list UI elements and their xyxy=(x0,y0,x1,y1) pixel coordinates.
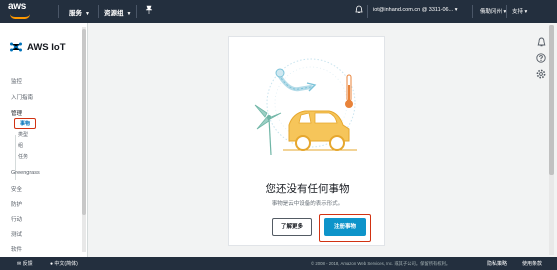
feedback-label: 反馈 xyxy=(22,261,33,267)
aws-logo[interactable]: aws xyxy=(8,2,36,20)
sidebar-item-software[interactable]: 软件 xyxy=(11,245,22,253)
globe-icon: ● xyxy=(50,261,54,267)
sidebar-item-types[interactable]: 类型 xyxy=(18,131,28,138)
pin-icon[interactable] xyxy=(145,5,153,16)
chevron-down-icon: ▾ xyxy=(524,9,528,15)
chevron-down-icon: ▾ xyxy=(454,7,458,13)
iot-things-illustration xyxy=(254,58,357,156)
language-selector[interactable]: ● 中文(简体) xyxy=(50,260,78,267)
sidebar-item-jobs[interactable]: 任务 xyxy=(18,153,28,160)
empty-state-card: 您还没有任何事物 事物是云中设备的表示形式。 了解更多 注册事物 xyxy=(228,36,385,246)
aws-smile-icon xyxy=(10,14,30,19)
sidebar-item-groups[interactable]: 组 xyxy=(18,142,23,149)
language-label: 中文(简体) xyxy=(54,261,78,267)
services-label: 服务 xyxy=(69,10,82,17)
terms-of-use-link[interactable]: 使用条款 xyxy=(522,260,542,267)
bell-icon[interactable] xyxy=(536,37,546,47)
sidebar: AWS IoT 监控 入门指南 管理 事物 类型 组 任务 Greengrass… xyxy=(0,23,88,257)
footer-bar: ✉ 反馈 ● 中文(简体) © 2008 - 2018, Amazon Web … xyxy=(0,257,557,270)
learn-more-button[interactable]: 了解更多 xyxy=(272,218,312,236)
chevron-down-icon: ▼ xyxy=(126,11,132,17)
feedback-link[interactable]: ✉ 反馈 xyxy=(17,260,33,267)
bell-icon[interactable] xyxy=(355,5,363,16)
resource-groups-menu[interactable]: 资源组 ▼ xyxy=(104,7,131,17)
sidebar-item-test[interactable]: 测试 xyxy=(11,230,22,238)
nav-divider xyxy=(472,5,473,18)
nav-divider xyxy=(58,5,59,18)
feedback-icon: ✉ xyxy=(17,261,22,267)
nav-divider xyxy=(136,5,137,18)
account-menu[interactable]: iot@inhand.com.cn @ 3311-06... ▾ xyxy=(373,7,457,13)
sidebar-item-act[interactable]: 行动 xyxy=(11,215,22,223)
main-scrollbar[interactable] xyxy=(549,25,554,255)
account-label: iot@inhand.com.cn @ 3311-06... xyxy=(373,7,454,13)
nav-divider xyxy=(506,5,507,18)
support-menu[interactable]: 支持 ▾ xyxy=(512,7,527,15)
nav-divider xyxy=(367,5,368,18)
sidebar-item-security[interactable]: 安全 xyxy=(11,185,22,193)
scrollbar-thumb[interactable] xyxy=(549,25,554,175)
empty-state-description: 事物是云中设备的表示形式。 xyxy=(271,201,344,207)
sidebar-item-things[interactable]: 事物 xyxy=(14,118,37,129)
region-label: 俄勒冈州 xyxy=(480,9,503,15)
brand-label: AWS IoT xyxy=(27,41,66,53)
top-navigation-bar: aws 服务 ▼ 资源组 ▼ iot@inhand.com.cn @ 3311-06… xyxy=(0,0,557,23)
settings-icon[interactable] xyxy=(536,69,546,79)
register-thing-button[interactable]: 注册事物 xyxy=(324,218,366,236)
aws-iot-brand[interactable]: AWS IoT xyxy=(9,40,66,54)
sidebar-item-monitor[interactable]: 监控 xyxy=(11,77,22,85)
help-icon[interactable] xyxy=(536,53,546,63)
resource-groups-label: 资源组 xyxy=(104,10,124,17)
region-menu[interactable]: 俄勒冈州 ▾ xyxy=(480,7,506,15)
chevron-down-icon: ▼ xyxy=(85,11,90,17)
support-label: 支持 xyxy=(512,9,524,15)
empty-state-headline: 您还没有任何事物 xyxy=(265,183,350,195)
aws-iot-logo-icon xyxy=(10,42,22,52)
aws-logo-text: aws xyxy=(8,1,27,12)
services-menu[interactable]: 服务 ▼ xyxy=(69,7,90,17)
scrollbar-thumb[interactable] xyxy=(82,29,86,215)
sidebar-item-manage[interactable]: 管理 xyxy=(11,109,22,117)
nav-divider xyxy=(98,5,99,18)
copyright-text: © 2008 - 2018, Amazon Web Services, Inc.… xyxy=(311,261,451,266)
sidebar-scrollbar[interactable] xyxy=(82,27,86,252)
sidebar-item-defend[interactable]: 防护 xyxy=(11,200,22,208)
sidebar-item-getting-started[interactable]: 入门指南 xyxy=(11,93,33,101)
sidebar-item-greengrass[interactable]: Greengrass xyxy=(11,170,40,176)
privacy-policy-link[interactable]: 隐私策略 xyxy=(487,260,507,267)
